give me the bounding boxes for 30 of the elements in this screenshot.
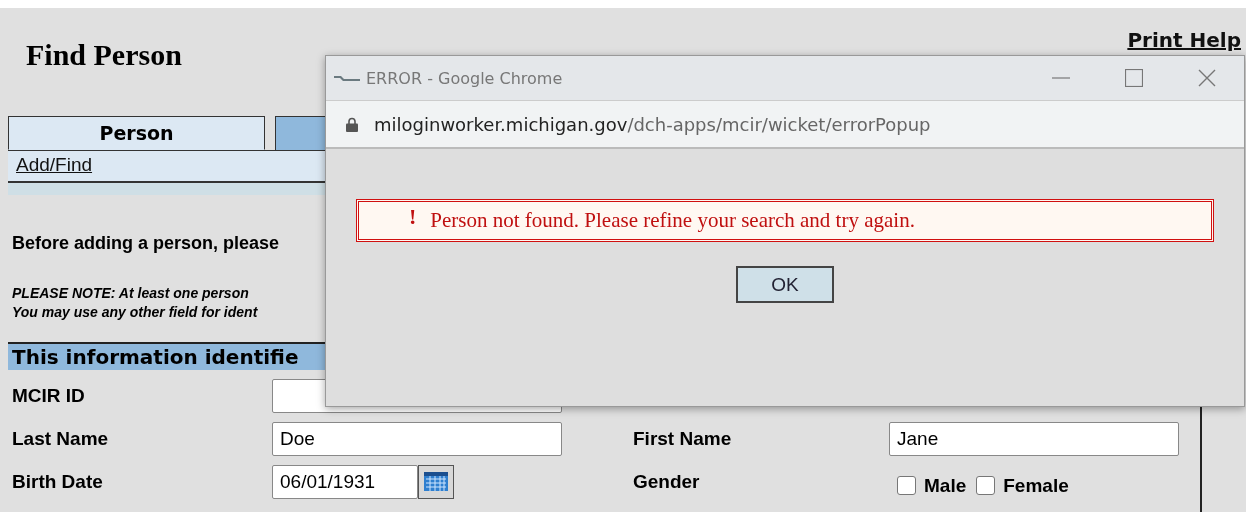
calendar-icon[interactable] bbox=[418, 464, 454, 499]
address-url: miloginworker.michigan.gov/dch-apps/mcir/wicket/errorPopup bbox=[374, 113, 931, 135]
input-field[interactable]: 06/01/1931 bbox=[272, 464, 418, 499]
field-label: MCIR ID bbox=[11, 384, 86, 407]
field-label: First Name bbox=[632, 427, 733, 450]
close-icon[interactable] bbox=[1198, 69, 1216, 87]
field-label: Birth Date bbox=[11, 470, 104, 493]
checkbox[interactable] bbox=[976, 476, 996, 495]
window-title: ERROR - Google Chrome bbox=[366, 68, 563, 88]
print-help-link[interactable]: Print Help bbox=[1127, 28, 1241, 52]
note-text: You may use any other field for ident bbox=[12, 303, 259, 322]
field-label: Last Name bbox=[11, 427, 110, 450]
site-logo-icon bbox=[334, 74, 360, 82]
maximize-icon[interactable] bbox=[1125, 69, 1143, 87]
ok-button[interactable]: OK bbox=[736, 266, 834, 303]
field-label: Gender bbox=[632, 470, 701, 493]
tab[interactable]: Person bbox=[8, 116, 265, 150]
error-mark: ! bbox=[409, 203, 417, 230]
input-field[interactable]: Doe bbox=[272, 421, 562, 456]
checkbox-label: Female bbox=[1003, 474, 1069, 497]
note-text: PLEASE NOTE: At least one person bbox=[12, 284, 250, 303]
input-field[interactable]: Jane bbox=[889, 421, 1179, 456]
intro-text: Before adding a person, please bbox=[12, 233, 281, 254]
error-message: Person not found. Please refine your search and try again. bbox=[430, 208, 915, 233]
lock-icon bbox=[346, 116, 358, 132]
checkbox[interactable] bbox=[897, 476, 916, 495]
page-title: Find Person bbox=[26, 38, 182, 73]
checkbox-label: Male bbox=[924, 474, 967, 497]
add-find-link[interactable]: Add/Find bbox=[16, 154, 93, 176]
section-header: This information identifie bbox=[8, 342, 326, 370]
